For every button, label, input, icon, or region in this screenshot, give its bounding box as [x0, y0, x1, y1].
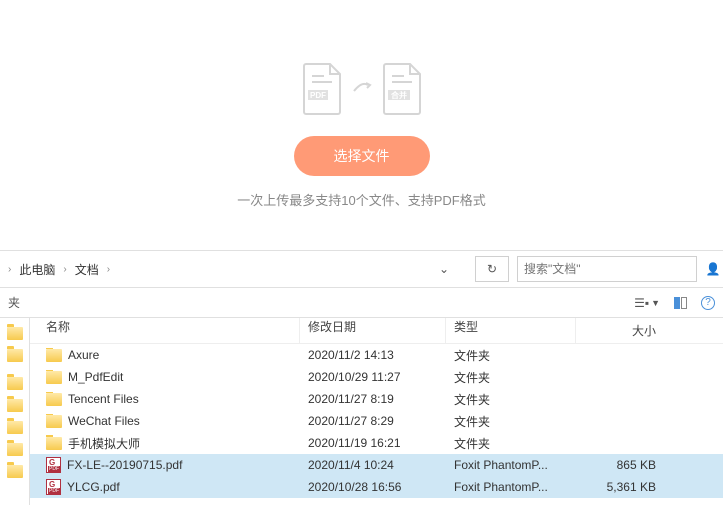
table-row[interactable]: Axure 2020/11/2 14:13文件夹	[30, 344, 723, 366]
person-icon[interactable]: 👤	[703, 262, 723, 276]
folder-icon	[7, 327, 23, 340]
chevron-down-icon: ▼	[651, 298, 660, 308]
pdf-badge-text: PDF	[310, 91, 326, 100]
file-type: 文件夹	[446, 391, 576, 408]
organize-bar: 夹 ☰▪ ▼ ?	[0, 288, 723, 318]
file-name: FX-LE--20190715.pdf	[67, 458, 182, 472]
file-type: Foxit PhantomP...	[446, 458, 576, 472]
folder-icon	[7, 377, 23, 390]
breadcrumb-dropdown[interactable]: ⌄	[427, 262, 461, 276]
column-header-size[interactable]: 大小	[576, 322, 676, 339]
sidebar-item[interactable]	[0, 438, 29, 460]
file-date: 2020/11/4 10:24	[300, 458, 446, 472]
file-date: 2020/11/27 8:29	[300, 414, 446, 428]
help-button[interactable]: ?	[701, 296, 715, 310]
column-header-type[interactable]: 类型	[446, 318, 576, 343]
search-box[interactable]	[517, 256, 697, 282]
file-date: 2020/11/19 16:21	[300, 436, 446, 450]
sidebar-item[interactable]	[0, 416, 29, 438]
file-type: 文件夹	[446, 435, 576, 452]
breadcrumb[interactable]: › 此电脑 › 文档 › ⌄	[0, 251, 467, 287]
file-size: 865 KB	[576, 458, 676, 472]
column-header-name[interactable]: 名称	[30, 318, 300, 343]
merge-arrow-icon	[352, 81, 372, 96]
file-date: 2020/11/27 8:19	[300, 392, 446, 406]
sidebar-item[interactable]	[0, 394, 29, 416]
chevron-right-icon: ›	[61, 264, 68, 275]
folder-icon	[7, 399, 23, 412]
file-name: Tencent Files	[68, 392, 139, 406]
pdf-merge-icon: 合并	[380, 62, 424, 116]
select-file-button[interactable]: 选择文件	[294, 136, 430, 176]
column-header-row: 名称 修改日期 类型 大小	[30, 318, 723, 344]
file-name: Axure	[68, 348, 99, 362]
file-type: 文件夹	[446, 413, 576, 430]
pdf-file-icon	[46, 457, 61, 473]
file-type: Foxit PhantomP...	[446, 480, 576, 494]
file-name: YLCG.pdf	[67, 480, 120, 494]
table-row[interactable]: WeChat Files 2020/11/27 8:29文件夹	[30, 410, 723, 432]
breadcrumb-item[interactable]: 文档	[69, 261, 105, 278]
file-name: 手机模拟大师	[68, 435, 140, 452]
folder-icon	[46, 415, 62, 428]
pdf-source-icon: PDF	[300, 62, 344, 116]
merge-badge-text: 合并	[390, 90, 407, 100]
table-row[interactable]: FX-LE--20190715.pdf 2020/11/4 10:24Foxit …	[30, 454, 723, 476]
folder-icon	[7, 349, 23, 362]
pdf-file-icon	[46, 479, 61, 495]
sidebar-item[interactable]	[0, 372, 29, 394]
sidebar-item[interactable]	[0, 460, 29, 482]
nav-sidebar	[0, 318, 30, 505]
file-name: WeChat Files	[68, 414, 140, 428]
table-row[interactable]: YLCG.pdf 2020/10/28 16:56Foxit PhantomP..…	[30, 476, 723, 498]
file-type: 文件夹	[446, 369, 576, 386]
preview-pane-icon	[674, 297, 687, 309]
file-type: 文件夹	[446, 347, 576, 364]
chevron-right-icon: ›	[6, 264, 13, 275]
file-size: 5,361 KB	[576, 480, 676, 494]
folder-icon	[7, 443, 23, 456]
folder-icon	[7, 421, 23, 434]
help-icon: ?	[701, 296, 715, 310]
upload-area: PDF 合并 选择文件 一次上传最多支持10个文件、支持PDF格式	[0, 0, 723, 250]
folder-icon	[46, 393, 62, 406]
file-date: 2020/10/29 11:27	[300, 370, 446, 384]
sidebar-item[interactable]	[0, 344, 29, 366]
file-date: 2020/10/28 16:56	[300, 480, 446, 494]
folder-icon	[46, 437, 62, 450]
table-row[interactable]: M_PdfEdit 2020/10/29 11:27文件夹	[30, 366, 723, 388]
sidebar-item[interactable]	[0, 322, 29, 344]
subbar-label: 夹	[8, 294, 20, 311]
file-list: 名称 修改日期 类型 大小 Axure2020/11/2 14:13文件夹M_P…	[30, 318, 723, 505]
column-header-date[interactable]: 修改日期	[300, 318, 446, 343]
refresh-icon: ↻	[487, 262, 497, 276]
address-toolbar: › 此电脑 › 文档 › ⌄ ↻ 👤	[0, 250, 723, 288]
preview-pane-button[interactable]	[674, 297, 687, 309]
refresh-button[interactable]: ↻	[475, 256, 509, 282]
folder-icon	[46, 371, 62, 384]
folder-icon	[46, 349, 62, 362]
search-input[interactable]	[524, 262, 690, 276]
file-name: M_PdfEdit	[68, 370, 123, 384]
file-date: 2020/11/2 14:13	[300, 348, 446, 362]
folder-icon	[7, 465, 23, 478]
upload-icon-row: PDF 合并	[300, 62, 424, 116]
breadcrumb-item[interactable]: 此电脑	[13, 261, 61, 278]
table-row[interactable]: Tencent Files 2020/11/27 8:19文件夹	[30, 388, 723, 410]
list-view-icon: ☰▪	[634, 296, 649, 310]
table-row[interactable]: 手机模拟大师 2020/11/19 16:21文件夹	[30, 432, 723, 454]
explorer-body: 名称 修改日期 类型 大小 Axure2020/11/2 14:13文件夹M_P…	[0, 318, 723, 505]
upload-hint: 一次上传最多支持10个文件、支持PDF格式	[237, 190, 485, 209]
chevron-right-icon: ›	[105, 264, 112, 275]
view-list-button[interactable]: ☰▪ ▼	[634, 296, 660, 310]
